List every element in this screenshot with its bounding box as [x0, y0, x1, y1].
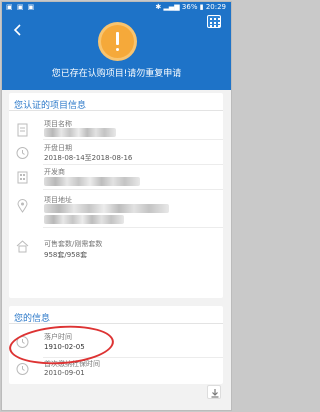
exclamation-icon: [101, 25, 134, 58]
app-notification-icon: ▣ ▣ ▣: [6, 3, 36, 11]
redacted-value: [44, 204, 169, 213]
divider: [43, 227, 223, 228]
divider: [43, 139, 223, 140]
field-value: 958套/958套: [44, 251, 88, 259]
redacted-value: [44, 215, 124, 224]
battery-percent: 36%: [181, 3, 198, 11]
redacted-value: [44, 177, 140, 186]
field-label: 可售套数/刚需套数: [44, 240, 103, 248]
battery-icon: ▮: [199, 3, 204, 11]
clock-icon: [16, 362, 29, 376]
document-icon: [16, 123, 29, 137]
download-icon[interactable]: [207, 385, 221, 399]
divider: [9, 323, 223, 324]
field-label: 开盘日期: [44, 144, 72, 152]
divider: [43, 164, 223, 165]
header: ▣ ▣ ▣ ✱ ▂▄▆ 36% ▮ 20:29 您已存在认购项目!请勿重复申请: [2, 2, 231, 90]
house-icon: [16, 239, 29, 253]
field-value: 2018-08-14至2018-08-16: [44, 154, 133, 162]
phone-screen: ▣ ▣ ▣ ✱ ▂▄▆ 36% ▮ 20:29 您已存在认购项目!请勿重复申请 …: [1, 1, 232, 411]
clock-time: 20:29: [205, 3, 226, 11]
redacted-value: [44, 128, 116, 137]
field-label: 开发商: [44, 168, 65, 176]
status-bar: ▣ ▣ ▣ ✱ ▂▄▆ 36% ▮ 20:29: [2, 2, 231, 13]
status-right: ✱ ▂▄▆ 36% ▮ 20:29: [155, 2, 226, 13]
divider: [43, 189, 223, 190]
signal-icon: ▂▄▆: [163, 3, 180, 11]
clock-icon: [16, 146, 29, 160]
grid-menu-icon[interactable]: [207, 15, 221, 28]
project-info-card: 您认证的项目信息 项目名称 开盘日期 2018-08-14至2018-08-16…: [9, 93, 223, 298]
back-arrow-icon[interactable]: [10, 22, 26, 38]
notification-indicators: ▣ ▣ ▣: [6, 2, 35, 13]
location-pin-icon: [16, 199, 29, 213]
field-value: 2010-09-01: [44, 369, 85, 377]
divider: [9, 110, 223, 111]
duplicate-application-message: 您已存在认购项目!请勿重复申请: [51, 69, 182, 79]
building-icon: [16, 170, 29, 184]
bluetooth-icon: ✱: [155, 3, 162, 11]
